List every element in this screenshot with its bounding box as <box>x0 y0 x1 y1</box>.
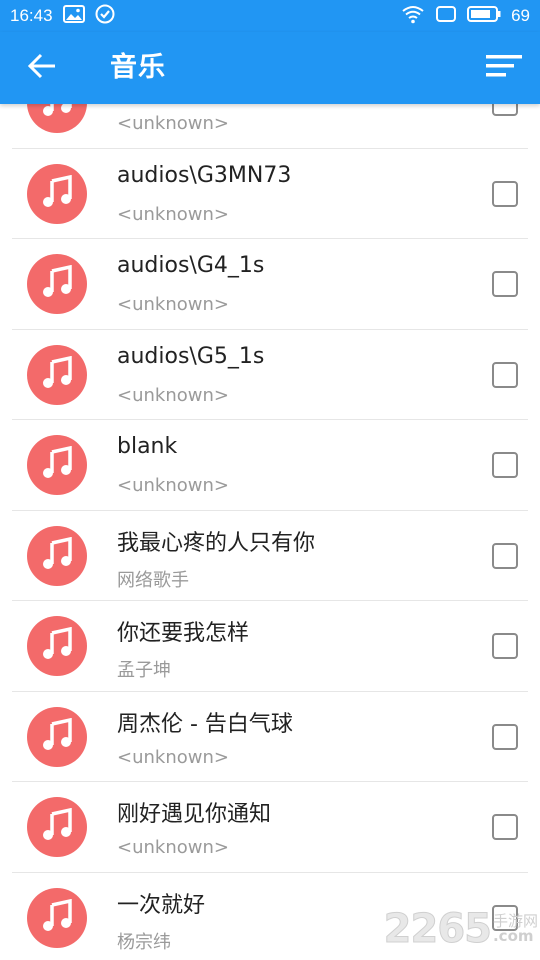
screen-icon <box>435 5 457 27</box>
song-title: audios\G5_1s <box>117 343 265 369</box>
status-time: 16:43 <box>10 6 53 25</box>
song-row[interactable]: audios\G3MN73 <unknown> <box>12 149 528 239</box>
song-avatar <box>27 887 87 948</box>
music-note-icon <box>40 898 74 937</box>
song-checkbox[interactable] <box>492 180 518 207</box>
song-checkbox[interactable] <box>492 723 518 750</box>
song-title: 周杰伦 - 告白气球 <box>117 711 293 737</box>
image-icon <box>62 5 85 27</box>
song-avatar <box>27 344 87 405</box>
music-note-icon <box>40 536 74 575</box>
music-note-icon <box>40 626 74 665</box>
watermark-number: 2265 <box>383 906 492 953</box>
song-checkbox[interactable] <box>492 542 518 569</box>
song-row[interactable]: 周杰伦 - 告白气球 <unknown> <box>12 692 528 782</box>
song-artist: 孟子坤 <box>117 660 171 681</box>
song-artist: <unknown> <box>117 475 229 496</box>
song-row[interactable]: 刚好遇见你通知 <unknown> <box>12 782 528 873</box>
song-artist: <unknown> <box>117 746 229 768</box>
song-checkbox[interactable] <box>492 361 518 388</box>
song-row[interactable]: audios\G5_1s <unknown> <box>12 330 528 420</box>
song-avatar <box>27 616 87 676</box>
watermark-suffix: .com <box>492 927 534 945</box>
music-note-icon <box>40 264 74 303</box>
song-avatar <box>27 163 87 224</box>
back-button[interactable] <box>22 50 62 86</box>
song-avatar <box>27 525 87 586</box>
music-note-icon <box>40 174 74 213</box>
song-artist: <unknown> <box>117 203 229 225</box>
song-row[interactable]: blank <unknown> <box>12 420 528 511</box>
song-title: blank <box>117 434 178 459</box>
sort-lines-icon <box>486 53 522 83</box>
song-artist: 杨宗纬 <box>117 931 171 953</box>
battery-level: 69 <box>511 6 530 25</box>
wifi-icon <box>401 4 425 28</box>
song-artist: 网络歌手 <box>117 569 189 591</box>
music-note-icon <box>40 807 74 846</box>
song-avatar <box>27 706 87 767</box>
sort-button[interactable] <box>482 50 526 86</box>
song-row[interactable]: audios\G4_1s <unknown> <box>12 239 528 330</box>
song-artist: <unknown> <box>117 294 229 315</box>
song-title: 一次就好 <box>117 892 206 918</box>
song-checkbox[interactable] <box>492 814 518 840</box>
app-bar: 音乐 <box>0 32 540 104</box>
song-artist: <unknown> <box>117 837 229 858</box>
battery-icon <box>467 5 501 27</box>
watermark-side: 手游网 .com <box>493 914 538 944</box>
song-title: 我最心疼的人只有你 <box>117 530 316 556</box>
song-title: 刚好遇见你通知 <box>117 802 272 827</box>
song-list: <unknown> audios\G3MN73 <unknown> audios… <box>12 58 528 960</box>
song-row[interactable]: 我最心疼的人只有你 网络歌手 <box>12 511 528 601</box>
music-note-icon <box>40 445 74 484</box>
song-checkbox[interactable] <box>492 271 518 297</box>
song-avatar <box>27 797 87 857</box>
song-artist: <unknown> <box>117 384 229 406</box>
song-avatar <box>27 435 87 495</box>
song-checkbox[interactable] <box>492 633 518 659</box>
song-title: audios\G3MN73 <box>117 162 292 188</box>
song-checkbox[interactable] <box>492 452 518 478</box>
song-avatar <box>27 254 87 314</box>
song-title: 你还要我怎样 <box>117 621 250 646</box>
check-circle-icon <box>95 4 115 28</box>
arrow-left-icon <box>27 52 57 84</box>
song-artist: <unknown> <box>117 113 229 134</box>
status-bar: 16:43 69 <box>0 0 540 32</box>
watermark-logo: 2265 手游网 .com <box>383 906 538 953</box>
page-title: 音乐 <box>110 52 166 83</box>
song-title: audios\G4_1s <box>117 253 265 278</box>
song-row[interactable]: 你还要我怎样 孟子坤 <box>12 601 528 692</box>
music-note-icon <box>40 717 74 756</box>
music-note-icon <box>40 355 74 394</box>
